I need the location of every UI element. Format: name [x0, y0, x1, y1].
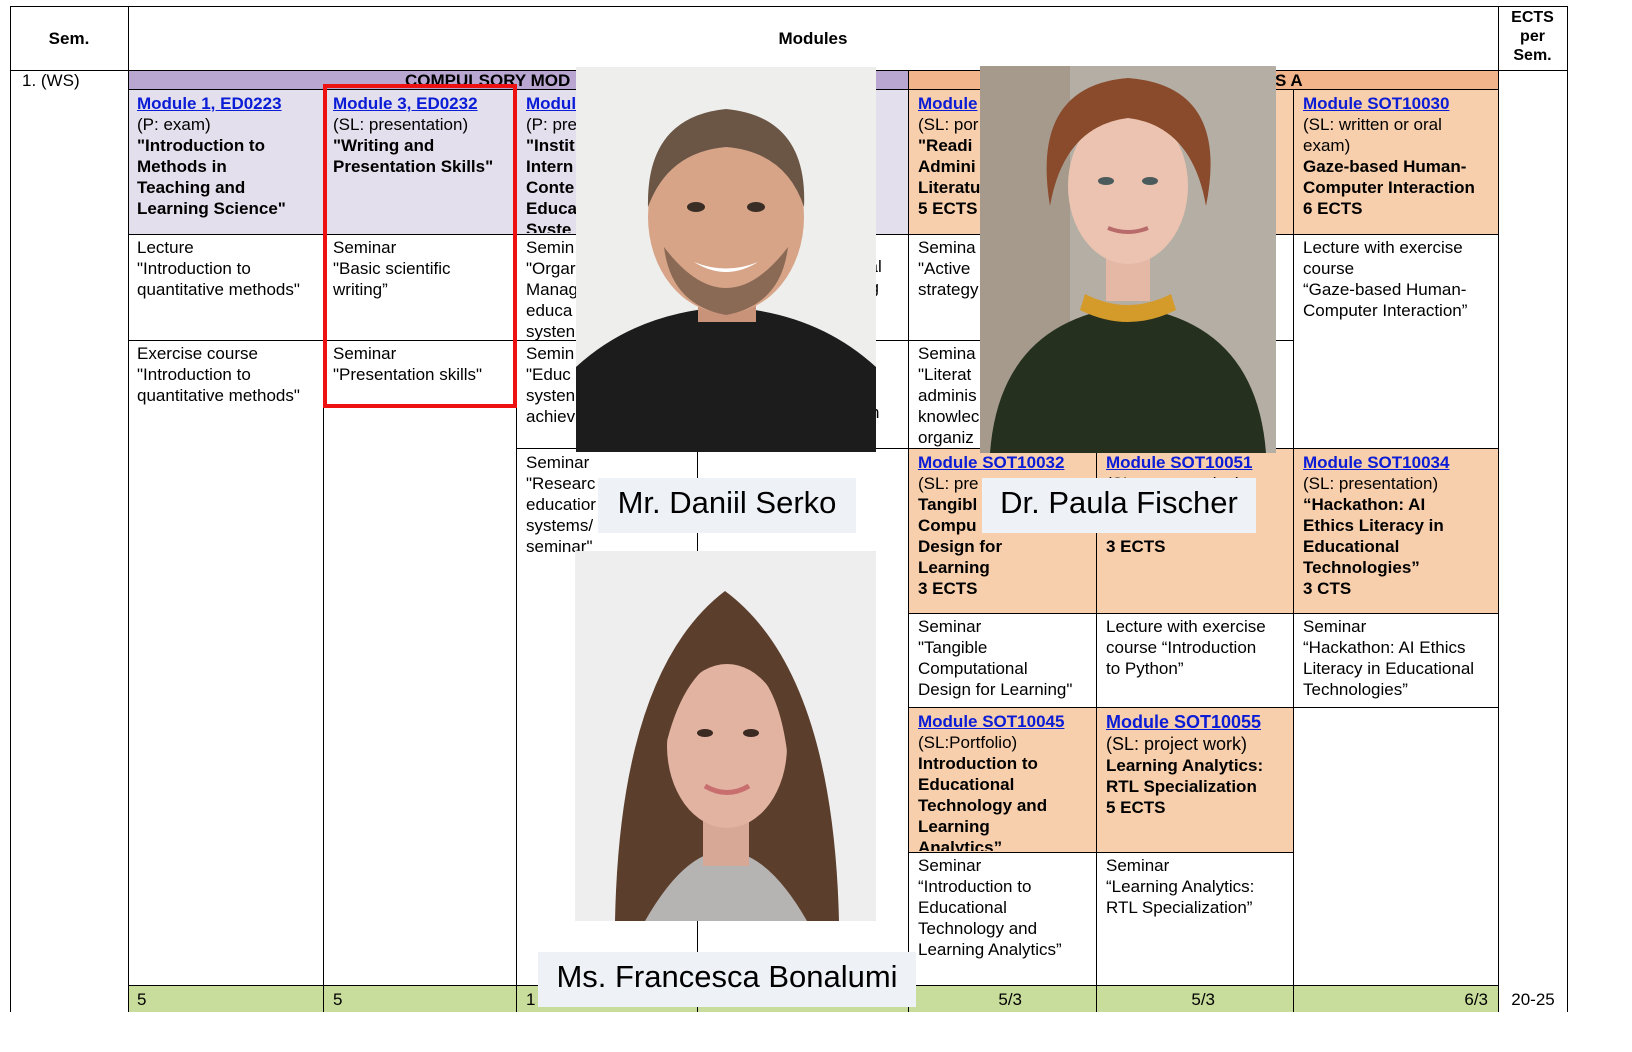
course-cell: Seminar “Learning Analytics: RTL Specializ…	[1106, 856, 1255, 917]
caption-serko: Mr. Daniil Serko	[598, 478, 856, 533]
elective-group-label: S A	[1275, 71, 1303, 90]
ects-value: 5	[137, 990, 147, 1009]
ects-value: 5/3	[998, 990, 1022, 1009]
course-cell: Seminar “Introduction to Educational Techno…	[918, 856, 1062, 959]
module-cell-ed0223: Module 1, ED0223 (P: exam) "Introduction…	[128, 91, 323, 233]
module-cell-sot10030: Module SOT10030 (SL: written or oral exam…	[1294, 91, 1498, 233]
course-cell: Lecture with exercise course “Gaze-based H…	[1303, 238, 1468, 320]
module-link-sot10051[interactable]: Module SOT10051	[1106, 452, 1284, 473]
portrait-photo-fischer	[980, 66, 1276, 453]
portrait-photo-serko	[576, 67, 876, 452]
course-cell: Seminar "Tangible Computational Design for …	[918, 617, 1073, 699]
course-cell: Lecture with exercise course “Introductio…	[1106, 617, 1266, 678]
module-link-sot10030[interactable]: Module SOT10030	[1303, 93, 1489, 114]
header-ects: ECTS per Sem.	[1511, 9, 1554, 64]
portrait-photo-bonalumi	[575, 551, 876, 921]
module-link-sot10055[interactable]: Module SOT10055	[1106, 711, 1284, 733]
caption-bonalumi: Ms. Francesca Bonalumi	[538, 952, 916, 1007]
module-link-sot10032[interactable]: Module SOT10032	[918, 452, 1087, 473]
total-ects: 20-25	[1511, 990, 1555, 1009]
course-cell: Exercise course "Introduction to quantitat…	[137, 344, 300, 405]
course-cell: Lecture "Introduction to quantitative meth…	[137, 238, 300, 299]
ects-value: 6/3	[1464, 990, 1488, 1009]
header-sem: Sem.	[48, 29, 90, 48]
caption-fischer: Dr. Paula Fischer	[982, 478, 1256, 533]
semester-label: 1. (WS)	[22, 71, 80, 90]
ects-value: 5/3	[1191, 990, 1215, 1009]
module-link-ed0223[interactable]: Module 1, ED0223	[137, 93, 314, 114]
module-link-sot10045[interactable]: Module SOT10045	[918, 711, 1087, 732]
header-modules: Modules	[778, 29, 848, 48]
ects-value: 5	[333, 990, 343, 1009]
course-cell: Seminar “Hackathon: AI Ethics Literacy in …	[1303, 617, 1475, 699]
module-link-sot10034[interactable]: Module SOT10034	[1303, 452, 1489, 473]
module-cell-sot10045: Module SOT10045 (SL:Portfolio) Introduct…	[909, 709, 1096, 851]
highlight-box	[323, 84, 517, 408]
module-cell-sot10055: Module SOT10055 (SL: project work) Learn…	[1097, 709, 1293, 851]
module-cell-sot10034: Module SOT10034 (SL: presentation) “Hack…	[1294, 450, 1498, 612]
